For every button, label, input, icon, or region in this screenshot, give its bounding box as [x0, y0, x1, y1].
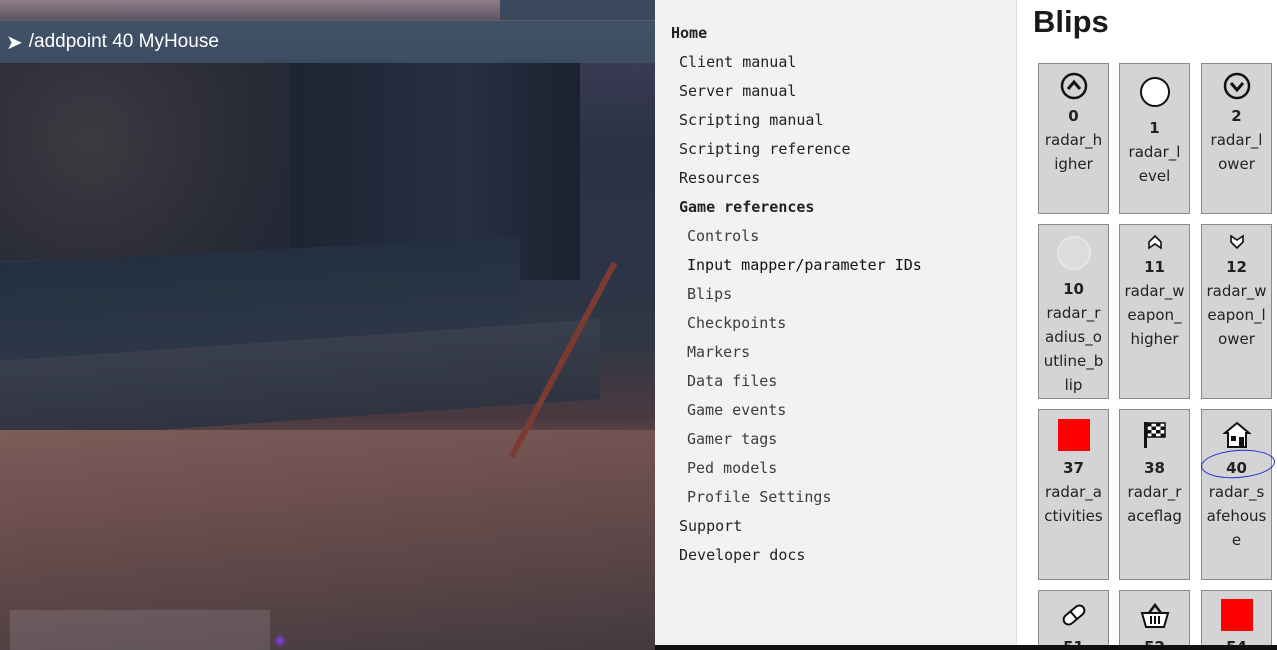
- blip-card[interactable]: 11 radar_weapon_higher: [1119, 224, 1190, 399]
- pill-icon: [1059, 597, 1089, 633]
- sidebar-item-scripting-reference[interactable]: Scripting reference: [655, 134, 1016, 163]
- chevron-up-circle-icon: [1060, 70, 1088, 102]
- blip-id: 52: [1144, 635, 1165, 645]
- blip-id: 2: [1231, 107, 1242, 125]
- map-marker-icon: ◈: [273, 630, 287, 649]
- weapon-down-icon: [1229, 231, 1245, 253]
- bottom-strip: [655, 645, 1277, 650]
- sidebar-item-game-references[interactable]: Game references: [655, 192, 1016, 221]
- blip-card[interactable]: 54: [1201, 590, 1272, 645]
- docs-sidebar: Home Client manual Server manual Scripti…: [655, 0, 1017, 645]
- chat-input-bar[interactable]: ➤ /addpoint 40 MyHouse: [0, 21, 655, 63]
- circle-icon: [1138, 70, 1172, 114]
- blip-card[interactable]: 10 radar_radius_outline_blip: [1038, 224, 1109, 399]
- sidebar-item-blips[interactable]: Blips: [655, 279, 1016, 308]
- blip-id: 10: [1063, 280, 1084, 298]
- blip-id: 12: [1226, 258, 1247, 276]
- blip-id: 1: [1149, 119, 1160, 137]
- sidebar-item-client-manual[interactable]: Client manual: [655, 47, 1016, 76]
- sidebar-item-profile-settings[interactable]: Profile Settings: [655, 482, 1016, 511]
- sidebar-item-server-manual[interactable]: Server manual: [655, 76, 1016, 105]
- foreground-blur: [10, 610, 270, 650]
- blip-name: radar_level: [1128, 143, 1181, 185]
- chat-arrow-icon: ➤: [6, 31, 23, 54]
- basket-icon: [1140, 597, 1170, 633]
- sidebar-item-markers[interactable]: Markers: [655, 337, 1016, 366]
- blip-card[interactable]: 38 radar_raceflag: [1119, 409, 1190, 580]
- sidebar-item-game-events[interactable]: Game events: [655, 395, 1016, 424]
- blip-id: 54: [1226, 635, 1247, 645]
- sidebar-item-checkpoints[interactable]: Checkpoints: [655, 308, 1016, 337]
- game-viewport: ◈ ➤ /addpoint 40 MyHouse: [0, 0, 655, 650]
- blip-id: 37: [1063, 459, 1084, 477]
- blip-name: radar_weapon_higher: [1124, 282, 1185, 348]
- sidebar-item-support[interactable]: Support: [655, 511, 1016, 540]
- sky: [0, 0, 500, 20]
- blips-content: Blips 0 radar_higher 1 radar_level 2 rad…: [1017, 0, 1277, 645]
- blip-card[interactable]: 51: [1038, 590, 1109, 645]
- sky-right: [500, 0, 655, 20]
- weapon-up-icon: [1147, 231, 1163, 253]
- blip-card[interactable]: 52: [1119, 590, 1190, 645]
- page-title: Blips: [1033, 4, 1109, 39]
- blip-card[interactable]: 2 radar_lower: [1201, 63, 1272, 214]
- blip-card[interactable]: 37 radar_activities: [1038, 409, 1109, 580]
- sidebar-item-data-files[interactable]: Data files: [655, 366, 1016, 395]
- blip-name: radar_activities: [1044, 483, 1103, 525]
- faint-circle-icon: [1056, 231, 1092, 275]
- sidebar-item-developer-docs[interactable]: Developer docs: [655, 540, 1016, 569]
- sidebar-item-input-mapper[interactable]: Input mapper/parameter IDs: [655, 250, 1016, 279]
- blip-card[interactable]: 40 radar_safehouse: [1201, 409, 1272, 580]
- chevron-down-circle-icon: [1223, 70, 1251, 102]
- blip-card[interactable]: 1 radar_level: [1119, 63, 1190, 214]
- blip-id: 38: [1144, 459, 1165, 477]
- chat-command-text[interactable]: /addpoint 40 MyHouse: [29, 31, 219, 53]
- red-square-icon: [1220, 597, 1253, 633]
- blip-id: 51: [1063, 635, 1084, 645]
- blip-name: radar_weapon_lower: [1206, 282, 1267, 348]
- house-icon: [1221, 416, 1252, 454]
- sidebar-item-ped-models[interactable]: Ped models: [655, 453, 1016, 482]
- sidebar-item-home[interactable]: Home: [655, 18, 1016, 47]
- sidebar-item-scripting-manual[interactable]: Scripting manual: [655, 105, 1016, 134]
- blip-name: radar_radius_outline_blip: [1043, 304, 1104, 394]
- sidebar-item-controls[interactable]: Controls: [655, 221, 1016, 250]
- blip-name: radar_raceflag: [1127, 483, 1182, 525]
- blip-card[interactable]: 12 radar_weapon_lower: [1201, 224, 1272, 399]
- city-background: [0, 60, 300, 260]
- sidebar-item-resources[interactable]: Resources: [655, 163, 1016, 192]
- blip-card[interactable]: 0 radar_higher: [1038, 63, 1109, 214]
- sidebar-item-gamer-tags[interactable]: Gamer tags: [655, 424, 1016, 453]
- blip-name: radar_safehouse: [1206, 483, 1267, 549]
- checkered-flag-icon: [1142, 416, 1168, 454]
- blip-name: radar_lower: [1210, 131, 1263, 173]
- blip-id: 11: [1144, 258, 1165, 276]
- red-square-icon: [1057, 416, 1090, 454]
- blip-id: 0: [1068, 107, 1079, 125]
- blip-name: radar_higher: [1044, 131, 1103, 173]
